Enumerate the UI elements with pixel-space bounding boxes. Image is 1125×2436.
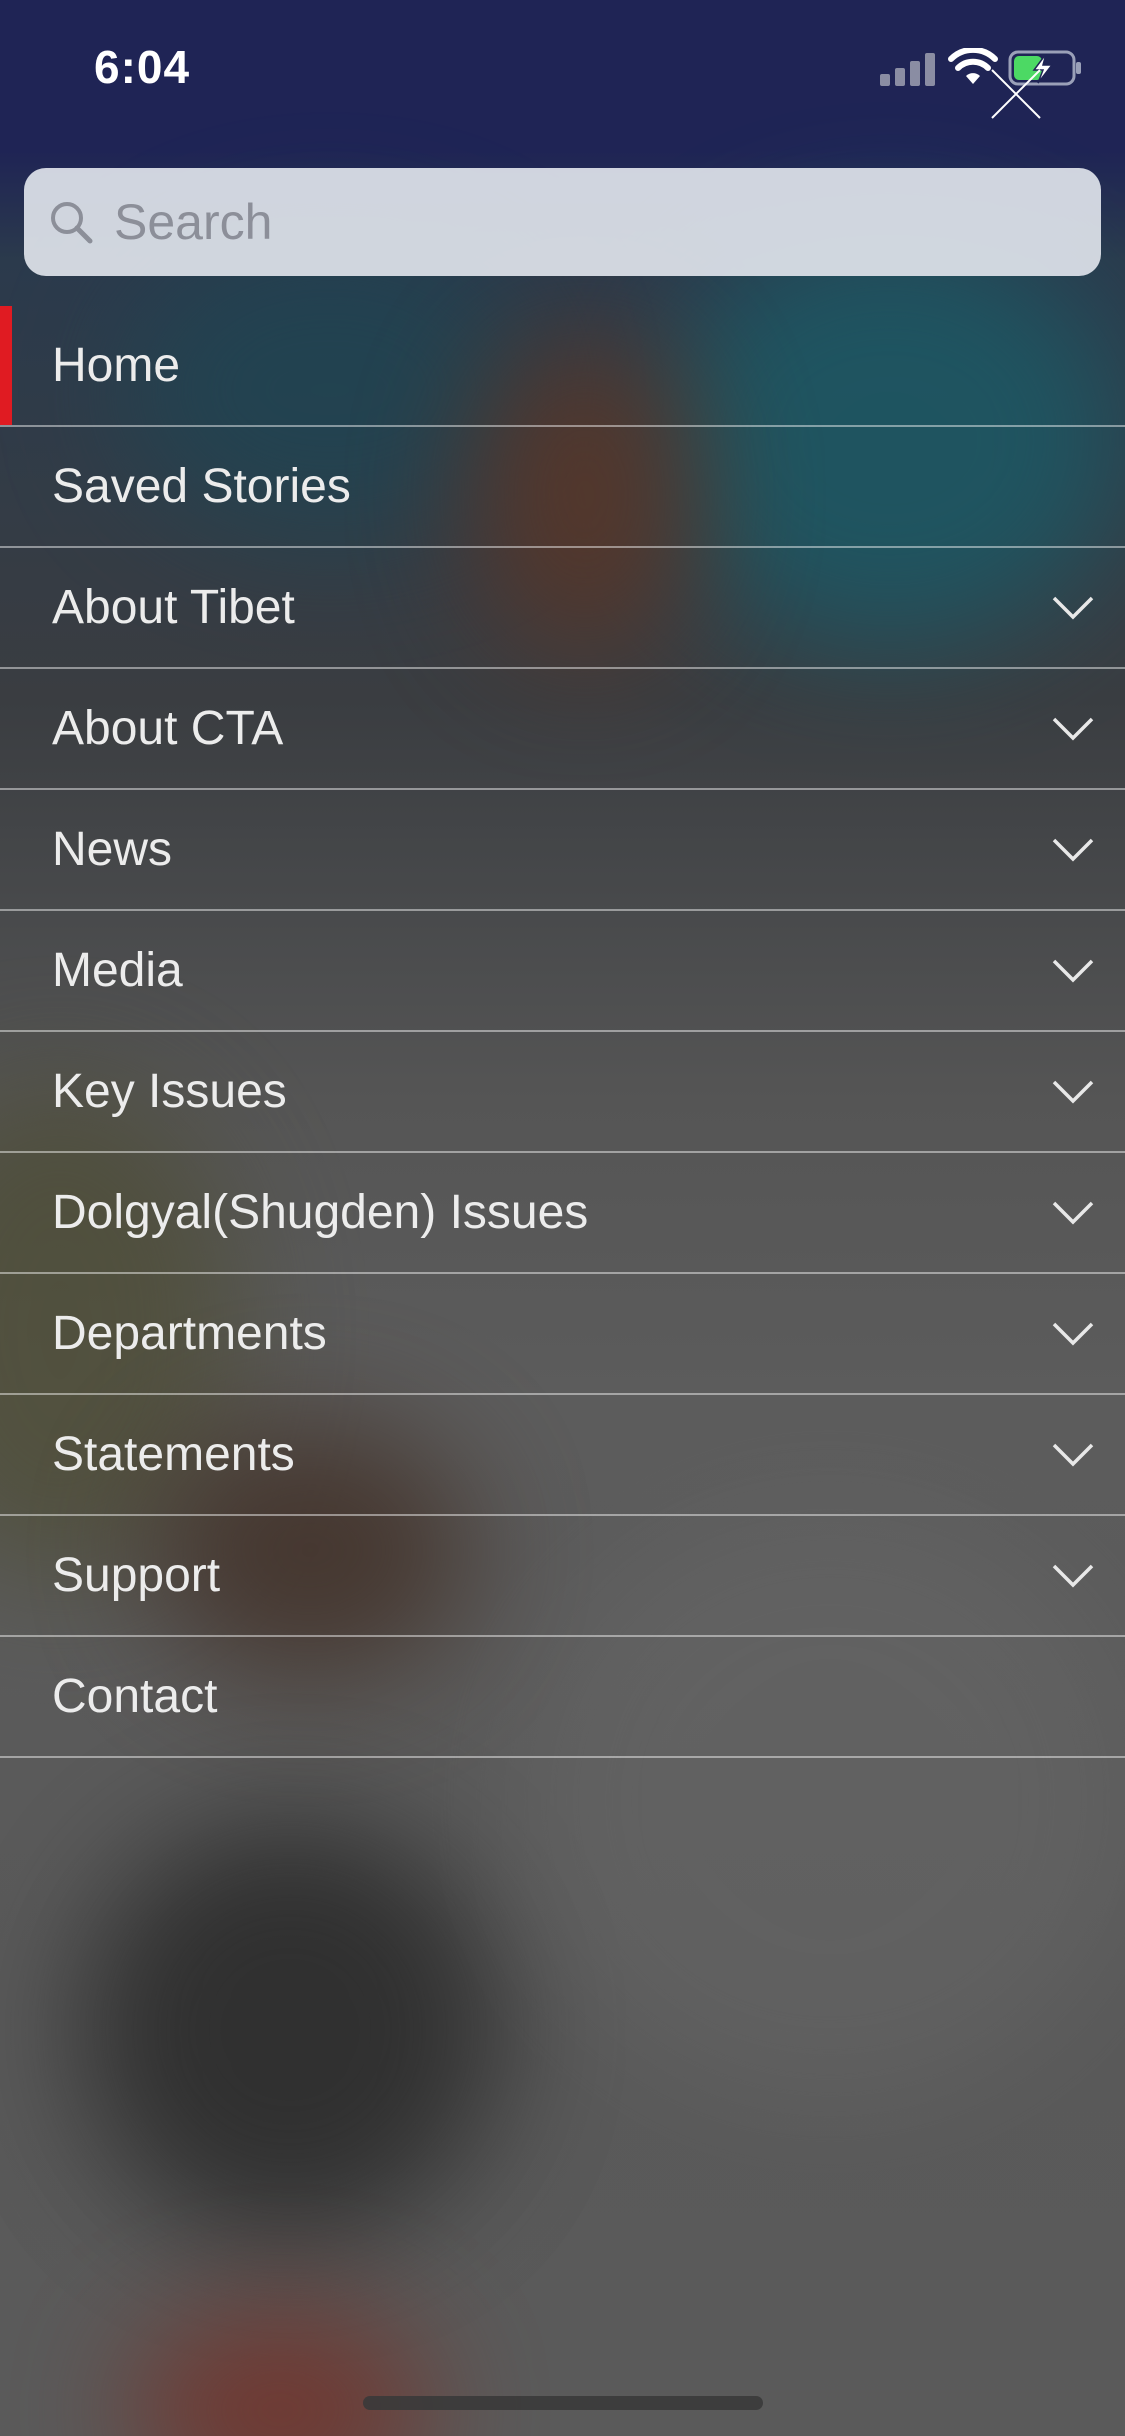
- menu-item-news[interactable]: News: [0, 790, 1125, 911]
- chevron-down-icon[interactable]: [1051, 1312, 1095, 1356]
- chevron-down-icon[interactable]: [1051, 586, 1095, 630]
- chevron-down-icon[interactable]: [1051, 1554, 1095, 1598]
- menu-item-label: Media: [52, 944, 183, 997]
- cellular-signal-icon: [880, 52, 936, 86]
- chevron-down-icon[interactable]: [1051, 707, 1095, 751]
- menu-item-label: Contact: [52, 1670, 218, 1723]
- menu-item-label: Support: [52, 1549, 221, 1602]
- menu-item-label: Departments: [52, 1307, 327, 1360]
- search-input[interactable]: [114, 193, 1014, 251]
- menu-item-support[interactable]: Support: [0, 1516, 1125, 1637]
- status-time: 6:04: [94, 41, 191, 93]
- menu-item-departments[interactable]: Departments: [0, 1274, 1125, 1395]
- menu-item-label: Key Issues: [52, 1065, 287, 1118]
- menu-item-label: About CTA: [52, 702, 284, 755]
- menu-item-key-issues[interactable]: Key Issues: [0, 1032, 1125, 1153]
- menu-item-media[interactable]: Media: [0, 911, 1125, 1032]
- chevron-down-icon[interactable]: [1051, 1070, 1095, 1114]
- menu-item-label: Statements: [52, 1428, 295, 1481]
- chevron-down-icon[interactable]: [1051, 1433, 1095, 1477]
- menu-item-saved-stories[interactable]: Saved Stories: [0, 427, 1125, 548]
- menu-item-label: News: [52, 823, 173, 876]
- close-icon[interactable]: [986, 64, 1046, 124]
- home-indicator[interactable]: [363, 2396, 763, 2410]
- menu-item-label: Saved Stories: [52, 460, 351, 513]
- menu-item-label: Dolgyal(Shugden) Issues: [52, 1186, 589, 1239]
- status-bar: 6:04: [0, 0, 1125, 140]
- chevron-down-icon[interactable]: [1051, 1191, 1095, 1235]
- menu-item-statements[interactable]: Statements: [0, 1395, 1125, 1516]
- menu-item-label: About Tibet: [52, 581, 295, 634]
- menu-item-home[interactable]: Home: [0, 306, 1125, 427]
- search-bar[interactable]: [24, 168, 1101, 276]
- menu-item-contact[interactable]: Contact: [0, 1637, 1125, 1758]
- search-icon: [51, 202, 93, 244]
- chevron-down-icon[interactable]: [1051, 828, 1095, 872]
- navigation-menu: Home Saved Stories About Tibet About CTA…: [0, 306, 1125, 1758]
- menu-item-dolgyal-issues[interactable]: Dolgyal(Shugden) Issues: [0, 1153, 1125, 1274]
- chevron-down-icon[interactable]: [1051, 949, 1095, 993]
- menu-item-about-tibet[interactable]: About Tibet: [0, 548, 1125, 669]
- menu-item-about-cta[interactable]: About CTA: [0, 669, 1125, 790]
- menu-item-label: Home: [52, 339, 181, 392]
